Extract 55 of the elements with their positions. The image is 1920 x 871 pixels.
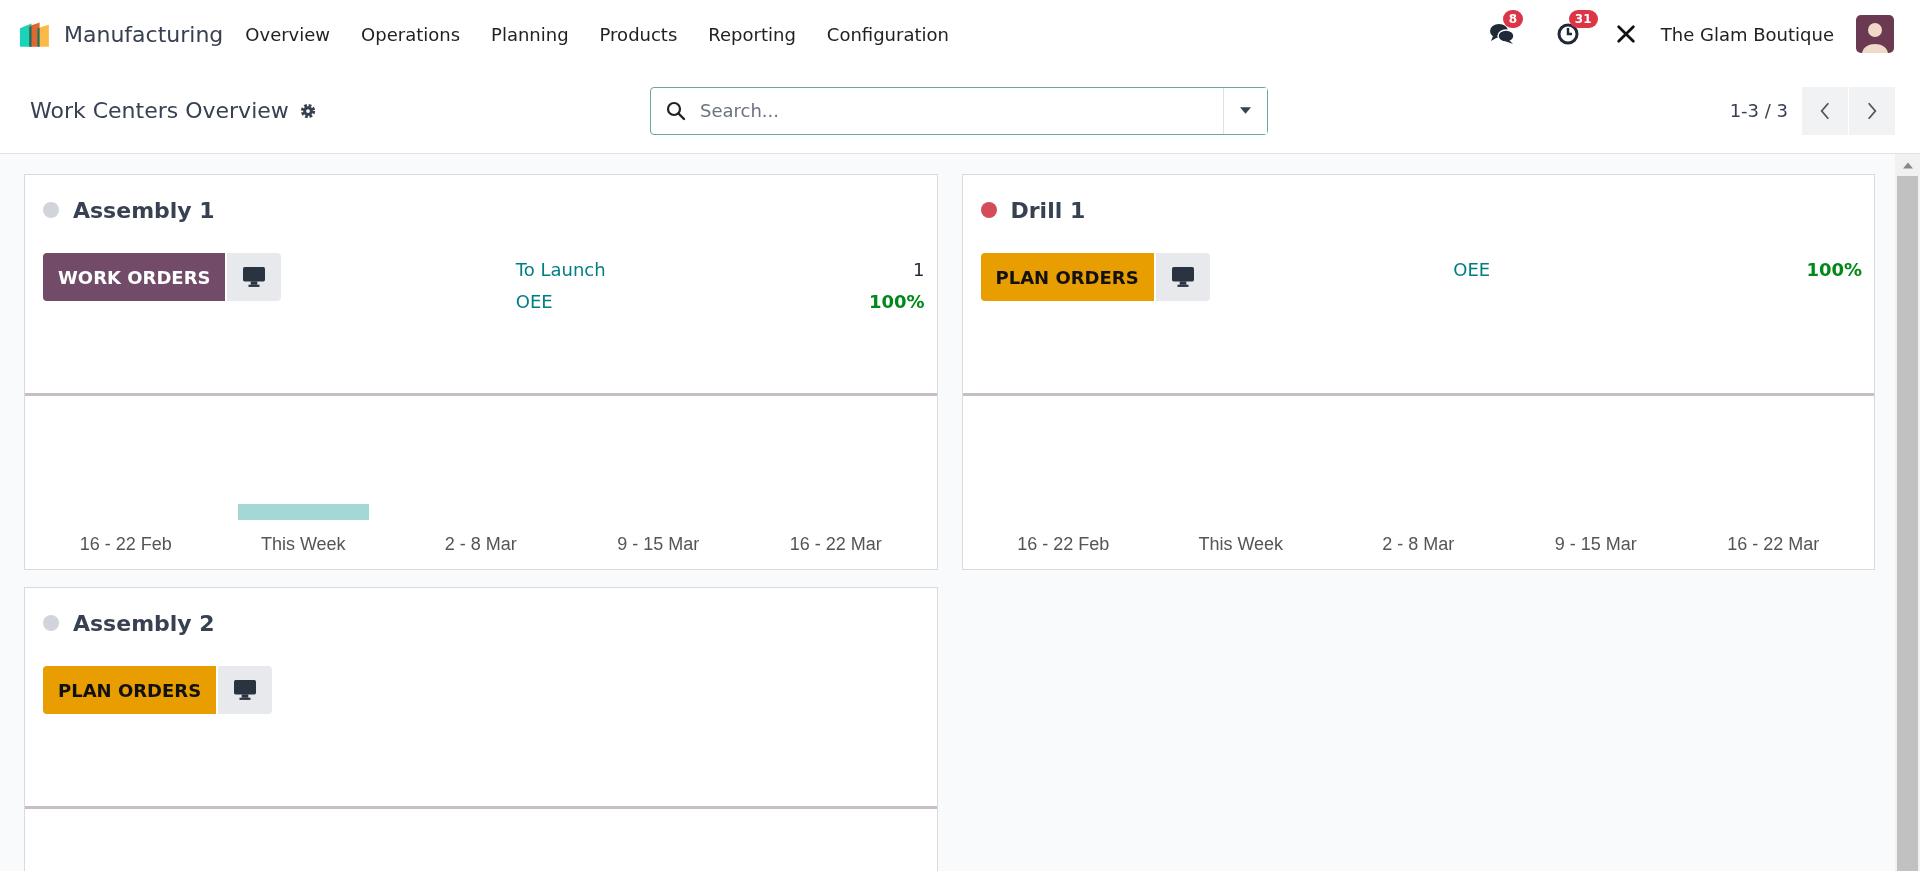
week-label: 2 - 8 Mar	[1382, 534, 1455, 555]
status-dot[interactable]	[43, 202, 59, 218]
search-icon	[666, 100, 686, 121]
caret-icon	[1240, 107, 1251, 114]
settings-icon[interactable]	[298, 101, 317, 120]
week-label: 2 - 8 Mar	[444, 534, 517, 555]
chevron-left-icon	[1819, 100, 1831, 121]
work-center-display-button[interactable]	[218, 666, 273, 714]
orders-button[interactable]: PLAN ORDERS	[43, 666, 217, 714]
menu-item[interactable]: Configuration	[826, 23, 949, 45]
status-dot[interactable]	[980, 202, 997, 218]
week-label: This Week	[1198, 534, 1284, 555]
week-label: 9 - 15 Mar	[617, 534, 700, 555]
menu-item[interactable]: Overview	[245, 23, 331, 45]
stat-link[interactable]: OEE	[515, 290, 553, 312]
orders-button[interactable]: PLAN ORDERS	[980, 253, 1154, 301]
notification-badge: 31	[1568, 10, 1598, 28]
chat-icon[interactable]	[1488, 22, 1515, 46]
status-dot[interactable]	[43, 615, 59, 631]
stat-value: 100%	[1806, 258, 1862, 280]
week-label: 16 - 22 Mar	[789, 534, 882, 555]
app-logo-icon[interactable]	[20, 21, 50, 47]
scrollbar-thumb[interactable]	[1897, 176, 1918, 871]
scroll-up-icon[interactable]	[1902, 162, 1913, 169]
stat-link[interactable]: To Launch	[515, 258, 606, 280]
week-label: 16 - 22 Feb	[1017, 534, 1110, 555]
card-title[interactable]: Assembly 1	[73, 197, 215, 223]
company-name[interactable]: The Glam Boutique	[1660, 23, 1834, 45]
search-field[interactable]: Search...	[650, 86, 1268, 135]
menu-item[interactable]: Operations	[361, 23, 461, 45]
pager-value: 1-3 / 3	[1729, 100, 1788, 121]
orders-button[interactable]: WORK ORDERS	[43, 253, 226, 301]
page-title: Work Centers Overview	[30, 98, 289, 123]
menu-item[interactable]: Planning	[491, 23, 569, 45]
menu-item[interactable]: Reporting	[708, 23, 796, 45]
monitor-icon	[243, 267, 266, 287]
menu-item[interactable]: Products	[599, 23, 678, 45]
card-title[interactable]: Drill 1	[1010, 197, 1086, 223]
notification-badge: 8	[1502, 10, 1524, 28]
week-label: 16 - 22 Mar	[1727, 534, 1820, 555]
chevron-right-icon	[1866, 100, 1878, 121]
monitor-icon	[1171, 267, 1194, 287]
work-center-display-button[interactable]	[227, 253, 282, 301]
card-title[interactable]: Assembly 2	[73, 610, 215, 636]
monitor-icon	[234, 680, 257, 700]
search-options-toggle[interactable]	[1223, 87, 1267, 134]
week-label: This Week	[260, 534, 346, 555]
app-name[interactable]: Manufacturing	[64, 21, 224, 47]
week-label: 9 - 15 Mar	[1554, 534, 1637, 555]
stat-link[interactable]: OEE	[1453, 258, 1491, 280]
stat-value: 100%	[868, 290, 925, 312]
avatar[interactable]	[1856, 15, 1894, 53]
week-label: 16 - 22 Feb	[79, 534, 172, 555]
work-center-display-button[interactable]	[1155, 253, 1210, 301]
stat-value: 1	[913, 258, 925, 280]
